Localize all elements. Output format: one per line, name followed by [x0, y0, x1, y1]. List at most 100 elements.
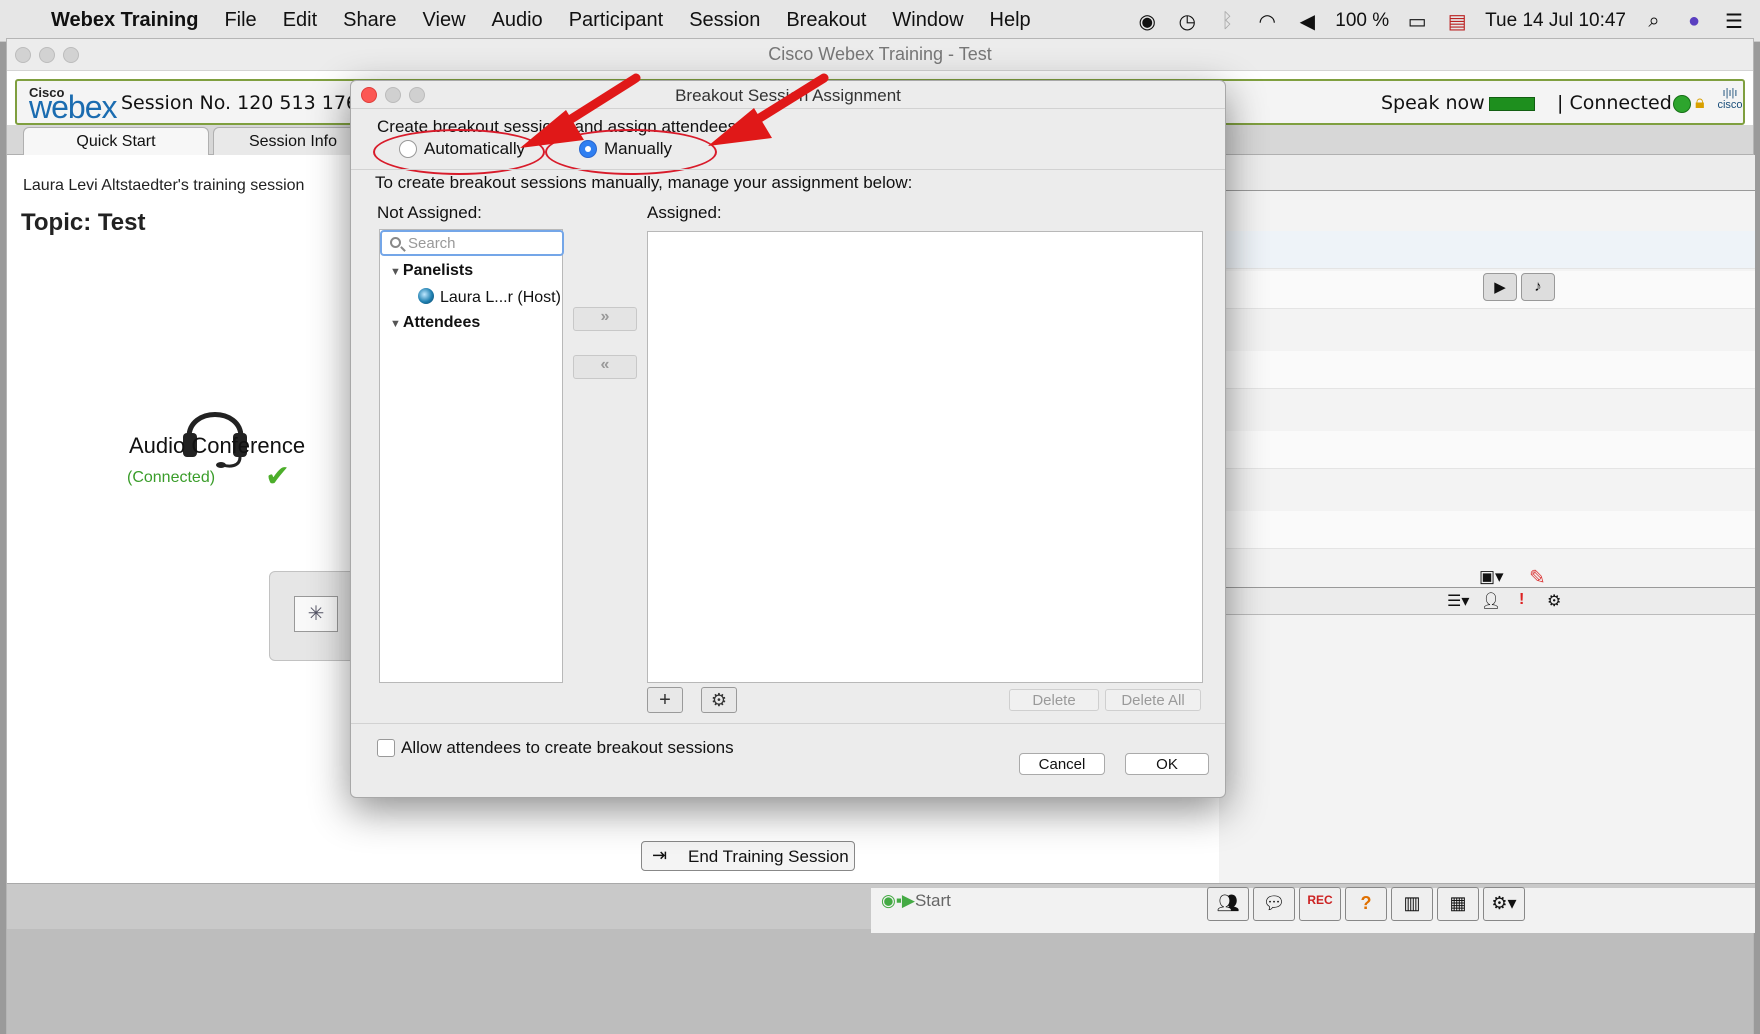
breakout-assignment-dialog: Breakout Session Assignment Create break…	[350, 80, 1226, 798]
screen: Webex Training File Edit Share View Audi…	[0, 0, 1760, 1034]
wifi-icon[interactable]: ◠	[1255, 9, 1279, 34]
divider	[351, 169, 1225, 170]
ok-button[interactable]: OK	[1125, 753, 1209, 775]
spotlight-search-icon[interactable]: ⌕	[1642, 10, 1666, 33]
polling-panel-icon[interactable]: ▥	[1391, 887, 1433, 921]
menu-share[interactable]: Share	[330, 9, 409, 32]
disclosure-triangle-icon[interactable]: ▼	[390, 266, 401, 278]
search-icon	[390, 237, 401, 248]
globe-icon[interactable]: ◉	[1135, 9, 1159, 34]
add-participant-icon[interactable]: 👤︎	[1481, 591, 1501, 611]
assigned-list[interactable]	[647, 231, 1203, 683]
participant-row[interactable]	[1219, 431, 1755, 469]
battery-percent[interactable]: 100 %	[1335, 10, 1389, 32]
menu-help[interactable]: Help	[977, 9, 1044, 32]
battery-icon[interactable]: ▭	[1405, 9, 1429, 34]
participants-toolbar: ☰▾ 👤︎ ! ⚙	[1219, 587, 1755, 615]
window-title: Cisco Webex Training - Test	[768, 44, 992, 64]
menu-window[interactable]: Window	[879, 9, 976, 32]
start-recording-button[interactable]: ◉▪▶Start	[881, 891, 951, 911]
speak-now-label: Speak now	[1381, 92, 1485, 114]
record-icon[interactable]: REC	[1299, 887, 1341, 921]
menu-audio[interactable]: Audio	[479, 9, 556, 32]
settings-gear-icon[interactable]: ⚙	[1547, 591, 1561, 611]
volume-icon[interactable]: ◀	[1295, 9, 1319, 34]
lock-icon: 🔒︎	[1695, 92, 1705, 112]
checkmark-icon: ✔	[265, 460, 291, 493]
cisco-logo-bars: ı|ı|ı	[1722, 87, 1738, 99]
menu-clock[interactable]: Tue 14 Jul 10:47	[1485, 10, 1626, 32]
move-right-button[interactable]: »	[573, 307, 637, 331]
video-camera-icon[interactable]: ▶	[1483, 273, 1517, 301]
qa-panel-icon[interactable]: ?	[1345, 887, 1387, 921]
tab-session-info[interactable]: Session Info	[213, 127, 373, 155]
start-label: Start	[914, 891, 951, 910]
participants-panel-icon[interactable]: 👥︎	[1207, 887, 1249, 921]
list-options-icon[interactable]: ☰▾	[1447, 591, 1469, 611]
alert-icon[interactable]: !	[1519, 591, 1524, 609]
participant-row[interactable]	[1219, 351, 1755, 389]
disclosure-triangle-icon[interactable]: ▼	[390, 318, 401, 330]
annotate-tool-icon[interactable]: ▣▾	[1479, 567, 1504, 587]
allow-attendees-label[interactable]: Allow attendees to create breakout sessi…	[401, 738, 734, 758]
tree-group-attendees[interactable]: ▼ Attendees	[390, 314, 480, 332]
time-machine-icon[interactable]: ◷	[1175, 9, 1199, 34]
webex-logo: Cisco webex	[25, 83, 117, 125]
delete-button[interactable]: Delete	[1009, 689, 1099, 711]
tree-group-panelists[interactable]: ▼ Panelists	[390, 262, 473, 280]
cancel-button[interactable]: Cancel	[1019, 753, 1105, 775]
participants-header	[1219, 155, 1755, 191]
menu-participant[interactable]: Participant	[556, 9, 677, 32]
host-name: Laura L...r (Host)	[440, 289, 561, 306]
session-settings-gear-icon[interactable]: ⚙	[701, 687, 737, 713]
menu-app-name[interactable]: Webex Training	[38, 9, 211, 32]
move-left-button[interactable]: «	[573, 355, 637, 379]
logo-webex-text: webex	[29, 89, 117, 125]
connected-status-icon	[1673, 95, 1691, 113]
dialog-title: Breakout Session Assignment	[675, 86, 901, 105]
panelists-label: Panelists	[402, 262, 474, 279]
menu-bar: Webex Training File Edit Share View Audi…	[0, 0, 1760, 42]
menu-session[interactable]: Session	[676, 9, 773, 32]
tree-item-host[interactable]: Laura L...r (Host)	[418, 288, 561, 307]
delete-all-button[interactable]: Delete All	[1105, 689, 1201, 711]
attendees-label: Attendees	[402, 314, 481, 331]
divider	[351, 723, 1225, 724]
menu-edit[interactable]: Edit	[270, 9, 330, 32]
siri-icon[interactable]: ●	[1682, 10, 1706, 33]
breakout-panel-icon[interactable]: ▦	[1437, 887, 1479, 921]
not-assigned-label: Not Assigned:	[377, 203, 482, 222]
host-avatar-icon	[418, 288, 434, 304]
search-placeholder: Search	[408, 235, 456, 252]
dialog-titlebar: Breakout Session Assignment	[351, 81, 1225, 109]
end-session-label: End Training Session	[688, 847, 849, 866]
menu-view[interactable]: View	[410, 9, 479, 32]
add-session-button[interactable]: +	[647, 687, 683, 713]
window-titlebar: Cisco Webex Training - Test	[7, 39, 1753, 71]
topic-title: Topic: Test	[21, 209, 146, 236]
search-input[interactable]: Search	[380, 230, 564, 256]
menu-breakout[interactable]: Breakout	[773, 9, 879, 32]
audio-level-meter	[1488, 96, 1535, 111]
menu-file[interactable]: File	[211, 9, 269, 32]
allow-attendees-checkbox[interactable]	[377, 739, 395, 757]
panel-settings-icon[interactable]: ⚙▾	[1483, 887, 1525, 921]
exit-door-icon: ⇥	[652, 845, 668, 865]
flag-icon[interactable]: ▤	[1445, 9, 1469, 34]
microphone-icon[interactable]: ♪	[1521, 273, 1555, 301]
notification-center-icon[interactable]: ☰	[1722, 9, 1746, 34]
window-bottom-area	[7, 921, 1753, 1034]
tab-quick-start[interactable]: Quick Start	[23, 127, 209, 155]
host-session-label: Laura Levi Altstaedter's training sessio…	[23, 177, 305, 194]
cisco-logo: ı|ı|ı cisco	[1717, 87, 1743, 111]
bluetooth-icon[interactable]: ᛒ	[1215, 10, 1239, 33]
menu-extras: ◉ ◷ ᛒ ◠ ◀ 100 % ▭ ▤ Tue 14 Jul 10:47 ⌕ ●…	[1135, 0, 1746, 42]
record-controls-icon: ◉▪▶	[881, 891, 915, 910]
audio-connected-status: (Connected)	[127, 469, 216, 486]
loading-panel: ✳	[269, 571, 361, 661]
end-training-session-button[interactable]: ⇥ End Training Session	[641, 841, 855, 871]
participant-row[interactable]	[1219, 231, 1755, 269]
not-assigned-list: Search ▼ Panelists Laura L...r (Host) ▼ At…	[379, 229, 564, 683]
chat-panel-icon[interactable]: 💬︎	[1253, 887, 1295, 921]
participant-row[interactable]	[1219, 511, 1755, 549]
